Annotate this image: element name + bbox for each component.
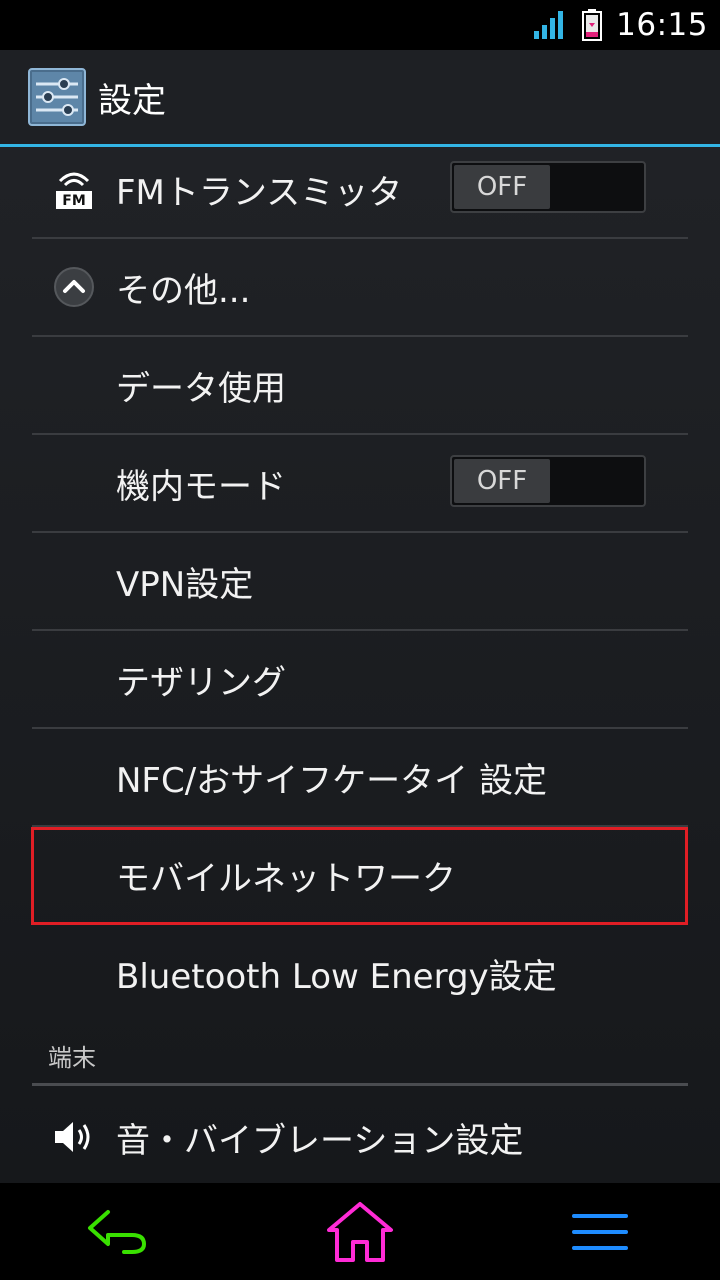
back-arrow-icon	[88, 1209, 146, 1254]
svg-text:FM: FM	[62, 193, 86, 209]
menu-icon	[572, 1213, 628, 1250]
back-button[interactable]	[60, 1192, 180, 1272]
data-usage-label: データ使用	[116, 368, 286, 409]
bluetooth-le-item[interactable]: Bluetooth Low Energy設定	[32, 925, 688, 1021]
nfc-item[interactable]: NFC/おサイフケータイ 設定	[32, 729, 688, 827]
more-item[interactable]: その他...	[32, 239, 688, 337]
home-button[interactable]	[300, 1192, 420, 1272]
mobile-network-item[interactable]: モバイルネットワーク	[32, 827, 688, 923]
vpn-item[interactable]: VPN設定	[32, 533, 688, 631]
device-section-header: 端末	[32, 1032, 688, 1086]
tethering-item[interactable]: テザリング	[32, 631, 688, 729]
settings-sliders-icon[interactable]	[28, 68, 86, 126]
signal-icon	[534, 11, 564, 39]
status-clock: 16:15	[616, 7, 708, 43]
vpn-label: VPN設定	[116, 564, 254, 605]
tethering-label: テザリング	[116, 662, 286, 703]
sound-vibration-item[interactable]: 音・バイブレーション設定	[32, 1089, 688, 1183]
device-section-label: 端末	[48, 1044, 96, 1072]
fm-radio-icon: FM	[56, 172, 92, 209]
fm-transmitter-label: FMトランスミッタ	[116, 172, 403, 213]
sound-vibration-label: 音・バイブレーション設定	[116, 1120, 524, 1161]
fm-transmitter-toggle[interactable]: OFF	[450, 161, 646, 213]
chevron-up-icon	[54, 267, 94, 307]
settings-list: FM FMトランスミッタ OFF その他... データ使用 機内モード OFF …	[0, 147, 720, 1183]
bluetooth-le-label: Bluetooth Low Energy設定	[116, 956, 557, 997]
home-icon	[327, 1201, 393, 1262]
page-title: 設定	[98, 80, 166, 121]
speaker-icon	[55, 1122, 90, 1152]
mobile-network-label: モバイルネットワーク	[116, 858, 456, 899]
nfc-label: NFC/おサイフケータイ 設定	[116, 760, 547, 801]
fm-transmitter-item[interactable]: FM FMトランスミッタ OFF	[32, 147, 688, 239]
more-label: その他...	[116, 270, 251, 311]
airplane-mode-item[interactable]: 機内モード OFF	[32, 435, 688, 533]
action-bar: 設定	[0, 50, 720, 147]
status-bar: 16:15	[0, 0, 720, 50]
airplane-mode-toggle[interactable]: OFF	[450, 455, 646, 507]
navigation-bar	[0, 1183, 720, 1280]
battery-icon	[582, 9, 603, 41]
data-usage-item[interactable]: データ使用	[32, 337, 688, 435]
toggle-off-label: OFF	[454, 165, 550, 209]
toggle-off-label: OFF	[454, 459, 550, 503]
menu-button[interactable]	[540, 1192, 660, 1272]
airplane-mode-label: 機内モード	[116, 466, 286, 507]
